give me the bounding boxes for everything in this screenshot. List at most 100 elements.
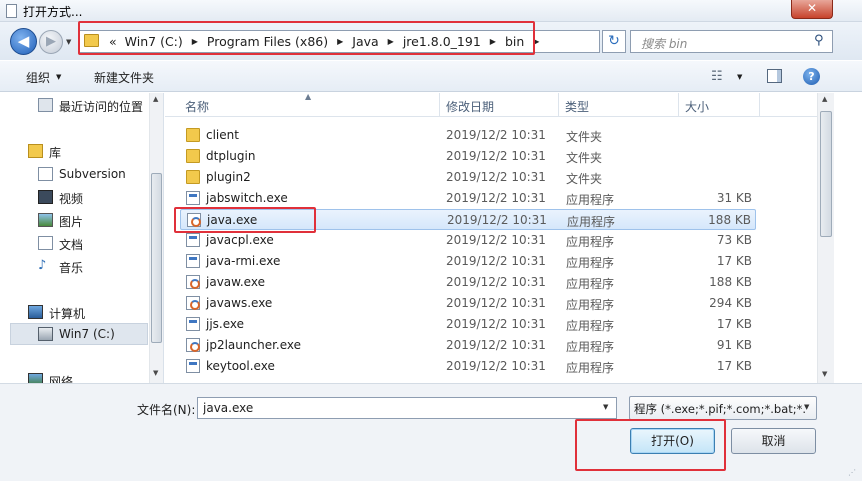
list-item[interactable]: javacpl.exe 2019/12/2 10:31 应用程序 73 KB xyxy=(180,230,756,251)
file-size: 188 KB xyxy=(708,213,751,227)
list-item[interactable]: jp2launcher.exe 2019/12/2 10:31 应用程序 91 … xyxy=(180,335,756,356)
list-item[interactable]: javaw.exe 2019/12/2 10:31 应用程序 188 KB xyxy=(180,272,756,293)
recent-places-icon xyxy=(38,98,53,112)
file-size: 294 KB xyxy=(709,296,752,310)
column-header-type[interactable]: 类型 xyxy=(565,98,589,115)
sidebar-item-subversion[interactable]: Subversion xyxy=(34,164,150,186)
cancel-button[interactable]: 取消 xyxy=(731,428,816,454)
file-name: client xyxy=(206,128,239,142)
sidebar-item-network[interactable]: 网络 xyxy=(24,370,150,383)
breadcrumb-item-program-files[interactable]: Program Files (x86) xyxy=(203,34,332,50)
column-header-date[interactable]: 修改日期 xyxy=(446,98,494,115)
sidebar-item-drive-c[interactable]: Win7 (C:) xyxy=(10,323,148,345)
breadcrumb-separator-icon[interactable]: ▶ xyxy=(383,34,399,50)
folder-icon xyxy=(186,128,200,142)
scroll-down-icon[interactable]: ▼ xyxy=(153,369,158,377)
preview-pane-icon[interactable] xyxy=(767,69,782,83)
list-item[interactable]: java-rmi.exe 2019/12/2 10:31 应用程序 17 KB xyxy=(180,251,756,272)
sidebar-item-documents[interactable]: 文档 xyxy=(34,233,150,255)
organize-dropdown-icon[interactable]: ▼ xyxy=(56,73,61,81)
filter-dropdown-icon[interactable]: ▼ xyxy=(804,403,809,411)
file-size: 17 KB xyxy=(716,317,752,331)
file-type-filter[interactable]: 程序 (*.exe;*.pif;*.com;*.bat;*. xyxy=(629,396,817,420)
organize-button[interactable]: 组织 xyxy=(26,69,50,86)
breadcrumb-item-drive[interactable]: Win7 (C:) xyxy=(121,34,187,50)
column-header-name[interactable]: 名称 xyxy=(185,98,209,115)
scrollbar-thumb[interactable] xyxy=(151,173,162,343)
scroll-up-icon[interactable]: ▲ xyxy=(822,95,827,103)
sidebar-item-pictures[interactable]: 图片 xyxy=(34,210,150,232)
column-divider[interactable] xyxy=(678,93,679,117)
sidebar-item-library[interactable]: 库 xyxy=(24,141,150,163)
resize-grip-icon[interactable]: ⋰ xyxy=(848,468,856,477)
open-button[interactable]: 打开(O) xyxy=(630,428,715,454)
scroll-down-icon[interactable]: ▼ xyxy=(822,370,827,378)
filename-input[interactable] xyxy=(197,397,617,419)
new-folder-button[interactable]: 新建文件夹 xyxy=(94,69,154,86)
sidebar-item-video[interactable]: 视频 xyxy=(34,187,150,209)
view-options-icon[interactable]: ☷ xyxy=(711,69,723,84)
list-item[interactable]: client 2019/12/2 10:31 文件夹 xyxy=(180,125,756,146)
filename-dropdown-icon[interactable]: ▼ xyxy=(603,403,608,411)
file-type: 文件夹 xyxy=(566,172,603,186)
file-date: 2019/12/2 10:31 xyxy=(446,275,546,289)
sidebar-item-label: 网络 xyxy=(49,375,74,383)
folder-icon xyxy=(186,170,200,184)
exe-icon xyxy=(186,317,200,331)
help-icon[interactable]: ? xyxy=(803,68,820,85)
back-button[interactable]: ◀ xyxy=(10,28,37,55)
breadcrumb-separator-icon[interactable]: ▶ xyxy=(485,34,501,50)
sidebar-item-recent[interactable]: 最近访问的位置 xyxy=(34,95,150,117)
exe-icon xyxy=(186,233,200,247)
file-date: 2019/12/2 10:31 xyxy=(446,170,546,184)
breadcrumb-separator-icon[interactable]: ▶ xyxy=(528,34,544,50)
search-icon[interactable]: ⚲ xyxy=(814,33,824,48)
list-item[interactable]: plugin2 2019/12/2 10:31 文件夹 xyxy=(180,167,756,188)
view-dropdown-icon[interactable]: ▼ xyxy=(737,73,742,81)
list-item[interactable]: dtplugin 2019/12/2 10:31 文件夹 xyxy=(180,146,756,167)
breadcrumb-prefix[interactable]: « xyxy=(105,34,121,50)
forward-button[interactable]: ▶ xyxy=(39,30,63,54)
list-item-selected[interactable]: java.exe 2019/12/2 10:31 应用程序 188 KB xyxy=(180,209,756,230)
sort-ascending-icon: ▲ xyxy=(305,93,312,101)
address-bar[interactable]: « Win7 (C:) ▶ Program Files (x86) ▶ Java… xyxy=(78,30,667,53)
list-item[interactable]: jabswitch.exe 2019/12/2 10:31 应用程序 31 KB xyxy=(180,188,756,209)
column-divider[interactable] xyxy=(558,93,559,117)
column-divider[interactable] xyxy=(439,93,440,117)
file-type: 应用程序 xyxy=(566,319,615,333)
close-button[interactable]: ✕ xyxy=(791,0,833,19)
breadcrumb-separator-icon[interactable]: ▶ xyxy=(332,34,348,50)
breadcrumb-item-jre[interactable]: jre1.8.0_191 xyxy=(399,34,485,50)
sidebar-item-label: Win7 (C:) xyxy=(59,327,115,341)
file-name: java-rmi.exe xyxy=(206,254,281,268)
sidebar-item-music[interactable]: ♪ 音乐 xyxy=(34,256,150,278)
scroll-up-icon[interactable]: ▲ xyxy=(153,95,158,103)
breadcrumb-item-java[interactable]: Java xyxy=(348,34,382,50)
sidebar-item-label: Subversion xyxy=(59,167,126,181)
search-input[interactable]: 搜索 bin ⚲ xyxy=(630,30,833,53)
sidebar-scrollbar[interactable]: ▲ ▼ xyxy=(149,93,163,383)
breadcrumb-item-bin[interactable]: bin xyxy=(501,34,528,50)
dialog-footer: 文件名(N): ▼ 程序 (*.exe;*.pif;*.com;*.bat;*.… xyxy=(0,383,862,481)
breadcrumb-separator-icon[interactable]: ▶ xyxy=(187,34,203,50)
file-date: 2019/12/2 10:31 xyxy=(446,317,546,331)
column-header-size[interactable]: 大小 xyxy=(685,98,709,115)
file-date: 2019/12/2 10:31 xyxy=(446,233,546,247)
sidebar-item-computer[interactable]: 计算机 xyxy=(24,302,150,324)
list-item[interactable]: keytool.exe 2019/12/2 10:31 应用程序 17 KB xyxy=(180,356,756,377)
java-icon xyxy=(186,338,200,352)
list-item[interactable]: jjs.exe 2019/12/2 10:31 应用程序 17 KB xyxy=(180,314,756,335)
list-item[interactable]: javaws.exe 2019/12/2 10:31 应用程序 294 KB xyxy=(180,293,756,314)
file-list-scrollbar[interactable]: ▲ ▼ xyxy=(817,93,834,383)
file-date: 2019/12/2 10:31 xyxy=(446,149,546,163)
java-icon xyxy=(187,213,201,227)
column-divider[interactable] xyxy=(759,93,760,117)
scrollbar-thumb[interactable] xyxy=(820,111,832,237)
file-type: 应用程序 xyxy=(567,215,616,229)
recent-pages-dropdown-icon[interactable]: ▼ xyxy=(66,38,71,46)
refresh-button[interactable]: ↻ xyxy=(602,30,626,53)
file-size: 91 KB xyxy=(716,338,752,352)
file-name: javaw.exe xyxy=(206,275,265,289)
filename-label: 文件名(N): xyxy=(137,403,196,417)
file-size: 188 KB xyxy=(709,275,752,289)
